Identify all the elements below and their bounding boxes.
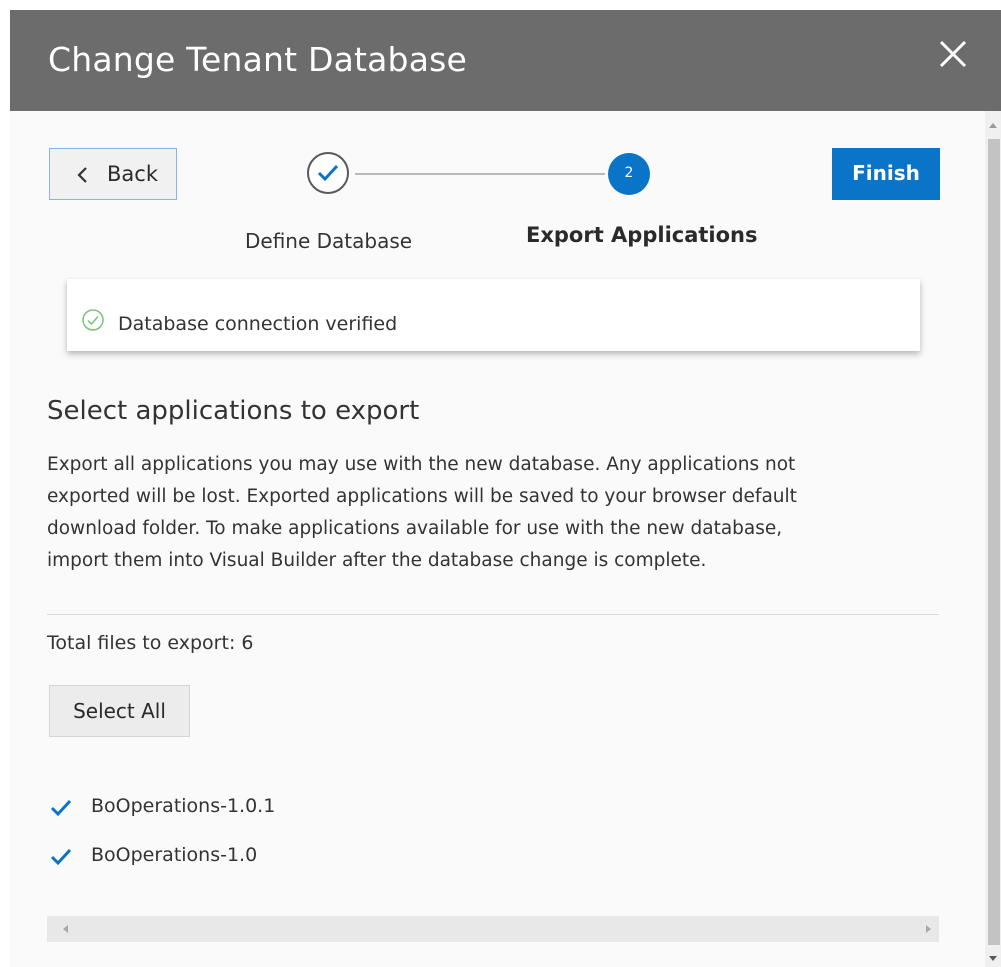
train-step-define-database[interactable]: [307, 152, 349, 194]
chevron-left-icon: [76, 165, 90, 189]
status-message: Database connection verified: [118, 313, 398, 335]
app-name: BoOperations-1.0: [91, 844, 258, 866]
section-description: Export all applications you may use with…: [47, 454, 797, 571]
list-item[interactable]: BoOperations-1.0: [47, 840, 447, 872]
select-all-button[interactable]: Select All: [49, 685, 190, 737]
total-files-label: Total files to export: 6: [47, 632, 254, 654]
scroll-down-icon[interactable]: [989, 956, 997, 961]
train-step-export-applications[interactable]: 2: [608, 153, 650, 195]
dialog-title: Change Tenant Database: [48, 40, 468, 79]
vertical-scrollbar[interactable]: [985, 111, 1001, 967]
close-icon[interactable]: [931, 32, 975, 76]
step-number: 2: [624, 165, 634, 181]
list-item[interactable]: BoOperations-1.0.1: [47, 791, 447, 823]
back-button-label: Back: [107, 162, 158, 186]
check-circle-icon: [81, 308, 105, 336]
finish-button[interactable]: Finish: [832, 148, 940, 200]
horizontal-scrollbar[interactable]: [47, 916, 939, 942]
status-message-box: Database connection verified: [67, 279, 920, 351]
section-title: Select applications to export: [47, 396, 420, 426]
step-label-define-database[interactable]: Define Database: [245, 229, 412, 253]
back-button[interactable]: Back: [49, 148, 177, 200]
scroll-left-icon[interactable]: [63, 925, 68, 933]
change-tenant-database-dialog: Change Tenant Database Back 2 Finish Def…: [10, 10, 1001, 967]
step-label-export-applications[interactable]: Export Applications: [526, 223, 758, 247]
app-name: BoOperations-1.0.1: [91, 795, 276, 817]
train-connector: [355, 173, 605, 175]
scroll-right-icon[interactable]: [926, 925, 931, 933]
finish-button-label: Finish: [852, 161, 920, 185]
dialog-body: Back 2 Finish Define Database Export App…: [10, 111, 1001, 967]
select-all-label: Select All: [73, 699, 166, 723]
checkbox-checked-icon[interactable]: [49, 796, 73, 820]
scrollbar-thumb[interactable]: [988, 139, 1000, 945]
checkmark-icon: [317, 164, 339, 182]
dialog-header: Change Tenant Database: [10, 10, 1001, 111]
checkbox-checked-icon[interactable]: [49, 845, 73, 869]
divider: [47, 614, 939, 615]
scroll-up-icon[interactable]: [989, 123, 997, 128]
